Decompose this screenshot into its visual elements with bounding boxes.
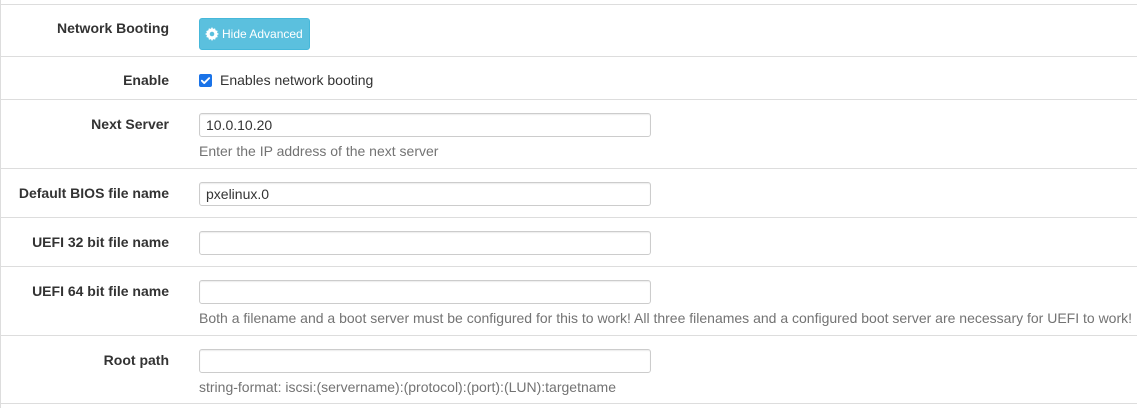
uefi32-filename-row: UEFI 32 bit file name: [1, 217, 1137, 266]
gear-icon: [205, 27, 219, 41]
next-server-input[interactable]: [199, 113, 651, 137]
next-server-row: Next Server Enter the IP address of the …: [1, 99, 1137, 168]
hide-advanced-button[interactable]: Hide Advanced: [199, 18, 310, 50]
uefi32-filename-label: UEFI 32 bit file name: [32, 234, 169, 250]
uefi64-filename-input[interactable]: [199, 280, 651, 304]
bios-filename-row: Default BIOS file name: [1, 168, 1137, 217]
uefi32-filename-input[interactable]: [199, 231, 651, 255]
root-path-input[interactable]: [199, 349, 651, 373]
uefi64-filename-help: Both a filename and a boot server must b…: [199, 310, 1133, 326]
enable-row: Enable Enables network booting: [1, 56, 1137, 99]
bios-filename-input[interactable]: [199, 182, 651, 206]
network-booting-panel: Network Booting Hide Advanced Enable Ena…: [0, 0, 1137, 408]
hide-advanced-label: Hide Advanced: [222, 27, 303, 41]
root-path-row: Root path string-format: iscsi:(serverna…: [1, 335, 1137, 404]
enable-checkbox-label[interactable]: Enables network booting: [220, 72, 373, 88]
uefi64-filename-row: UEFI 64 bit file name Both a filename an…: [1, 266, 1137, 335]
root-path-label: Root path: [103, 352, 169, 368]
bios-filename-label: Default BIOS file name: [18, 185, 169, 201]
enable-checkbox[interactable]: [199, 73, 212, 87]
next-server-label: Next Server: [91, 116, 169, 132]
uefi64-filename-label: UEFI 64 bit file name: [32, 283, 169, 299]
network-booting-label: Network Booting: [57, 20, 169, 36]
root-path-help: string-format: iscsi:(servername):(proto…: [199, 379, 616, 395]
network-booting-row: Network Booting Hide Advanced: [1, 4, 1137, 56]
next-server-help: Enter the IP address of the next server: [199, 143, 439, 159]
enable-label: Enable: [123, 72, 169, 88]
